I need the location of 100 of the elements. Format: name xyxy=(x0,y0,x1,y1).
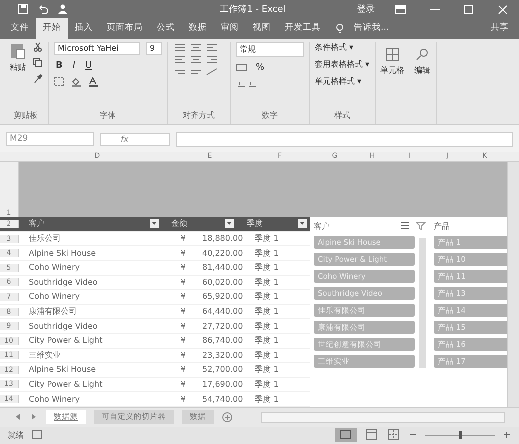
multi-select-icon[interactable] xyxy=(400,222,410,231)
filter-dropdown-icon[interactable] xyxy=(298,219,307,228)
brush-icon[interactable] xyxy=(33,74,43,84)
table-cell-text: 季度 1 xyxy=(254,291,280,302)
column-title: 季度 xyxy=(247,218,264,230)
insert-function-button[interactable]: fx xyxy=(100,132,170,146)
fill-color-icon[interactable] xyxy=(71,77,82,88)
vertical-scrollbar[interactable] xyxy=(507,162,519,407)
group-label: 对齐方式 xyxy=(182,110,216,122)
percent-button[interactable]: % xyxy=(254,63,267,74)
group-label: 字体 xyxy=(99,110,117,122)
share-button[interactable]: 共享 xyxy=(481,18,519,40)
table-cell-text: ¥ xyxy=(180,336,187,346)
close-icon[interactable] xyxy=(496,4,509,14)
column-title: 金额 xyxy=(172,218,188,230)
grid-icon xyxy=(386,48,400,62)
slicer-title: 客户 xyxy=(314,220,331,232)
status-text: 就绪 xyxy=(8,430,24,441)
table-cell-text: 季度 1 xyxy=(254,262,280,274)
editing-button[interactable]: 编辑 xyxy=(414,48,431,76)
font-size-field[interactable]: 9 xyxy=(146,42,162,56)
add-sheet-icon[interactable] xyxy=(222,412,233,423)
table-cell-text: 季度 1 xyxy=(254,276,280,288)
table-cell-text: Southridge Video xyxy=(28,322,99,331)
cut-icon[interactable] xyxy=(33,42,43,52)
table-cell-text: 65,920.00 xyxy=(201,292,244,302)
page-layout-icon[interactable] xyxy=(365,429,379,442)
ribbon-tab[interactable]: 页面布局 xyxy=(100,18,150,40)
table-cell-text: 60,020.00 xyxy=(201,278,244,287)
previous-sheet-icon[interactable] xyxy=(14,413,22,422)
table-cell-text: ¥ xyxy=(180,292,187,302)
undo-icon[interactable] xyxy=(37,4,49,15)
underline-button[interactable]: U xyxy=(84,61,94,72)
ribbon-tab[interactable]: 视图 xyxy=(246,18,278,40)
group-label: 样式 xyxy=(333,110,352,122)
table-cell-text: 季度 1 xyxy=(254,378,280,390)
search-icon xyxy=(416,48,430,62)
ribbon-display-icon[interactable] xyxy=(394,4,407,14)
ribbon-tab[interactable]: 数据 xyxy=(182,18,214,40)
style-menu-button[interactable]: 套用表格格式 ▾ xyxy=(315,59,370,70)
ribbon-tab[interactable]: 公式 xyxy=(150,18,182,40)
table-cell-text: 27,720.00 xyxy=(201,322,244,331)
person-icon[interactable] xyxy=(57,4,69,15)
table-cell-text: ¥ xyxy=(180,307,187,316)
table-cell-text: Coho Winery xyxy=(28,394,81,404)
table-cell-text: 18,880.00 xyxy=(201,234,244,244)
table-cell-text: 季度 1 xyxy=(254,306,280,318)
table-cell-text: Southridge Video xyxy=(28,278,99,287)
filter-dropdown-icon[interactable] xyxy=(225,219,234,228)
font-color-icon[interactable] xyxy=(88,77,99,88)
save-icon[interactable] xyxy=(18,4,29,15)
zoom-in-icon[interactable] xyxy=(503,431,511,440)
style-menu-button[interactable]: 单元格样式 ▾ xyxy=(315,76,362,88)
ribbon-tab[interactable]: 开始 xyxy=(36,18,68,40)
table-cell-text: ¥ xyxy=(180,380,187,389)
page-break-icon[interactable] xyxy=(387,429,401,442)
paste-button[interactable]: 粘贴 xyxy=(9,42,27,74)
number-format-field[interactable]: 常规 xyxy=(236,42,304,58)
font-name-field[interactable]: Microsoft YaHei xyxy=(54,42,140,56)
border-icon[interactable] xyxy=(54,77,65,88)
table-cell-text: 64,440.00 xyxy=(201,307,244,316)
style-menu-button[interactable]: 条件格式 ▾ xyxy=(315,42,354,54)
bold-button[interactable]: B xyxy=(54,61,65,72)
group-label: 数字 xyxy=(261,110,279,122)
table-cell-text: 佳乐公司 xyxy=(28,233,62,244)
table-cell-text: 17,690.00 xyxy=(201,380,244,389)
clipboard-icon xyxy=(9,42,27,60)
table-cell-text: Alpine Ski House xyxy=(28,248,98,258)
login-link[interactable]: 登录 xyxy=(356,3,375,16)
cells-button[interactable]: 单元格 xyxy=(380,48,405,76)
horizontal-scrollbar[interactable] xyxy=(261,412,505,423)
maximize-icon[interactable] xyxy=(462,4,475,14)
clear-filter-icon[interactable] xyxy=(416,222,426,231)
ribbon-tab[interactable]: 插入 xyxy=(68,18,100,40)
ribbon-tab[interactable]: 审阅 xyxy=(214,18,246,40)
normal-view-icon[interactable] xyxy=(335,428,357,442)
table-cell-text: 康浦有限公司 xyxy=(28,306,78,318)
tell-me-field[interactable]: 告诉我... xyxy=(348,18,396,40)
table-cell-text: 81,440.00 xyxy=(201,263,244,272)
ribbon-tab[interactable]: 文件 xyxy=(4,18,36,40)
table-cell-text: 季度 1 xyxy=(254,335,280,346)
table-cell-text: 季度 1 xyxy=(254,350,280,361)
table-cell-text: 季度 1 xyxy=(254,394,280,405)
lightbulb-icon[interactable] xyxy=(336,24,344,34)
table-cell-text: 三维实业 xyxy=(28,350,62,361)
column-title: 客户 xyxy=(29,218,45,230)
slicer-scrollbar[interactable] xyxy=(419,238,426,368)
filter-dropdown-icon[interactable] xyxy=(150,219,159,228)
italic-button[interactable]: I xyxy=(70,61,78,72)
ribbon-tab[interactable]: 开发工具 xyxy=(278,18,328,40)
table-cell-text: 23,320.00 xyxy=(201,350,244,360)
table-cell-text: ¥ xyxy=(180,350,187,360)
slicer-title: 产品 xyxy=(434,220,451,232)
table-cell-text: ¥ xyxy=(180,278,187,287)
copy-icon[interactable] xyxy=(33,58,43,68)
table-cell-text: 54,740.00 xyxy=(201,394,244,404)
table-cell-text: Coho Winery xyxy=(28,292,81,302)
next-sheet-icon[interactable] xyxy=(30,413,38,422)
formula-field[interactable] xyxy=(176,132,513,147)
name-box[interactable]: M29 xyxy=(6,132,94,146)
